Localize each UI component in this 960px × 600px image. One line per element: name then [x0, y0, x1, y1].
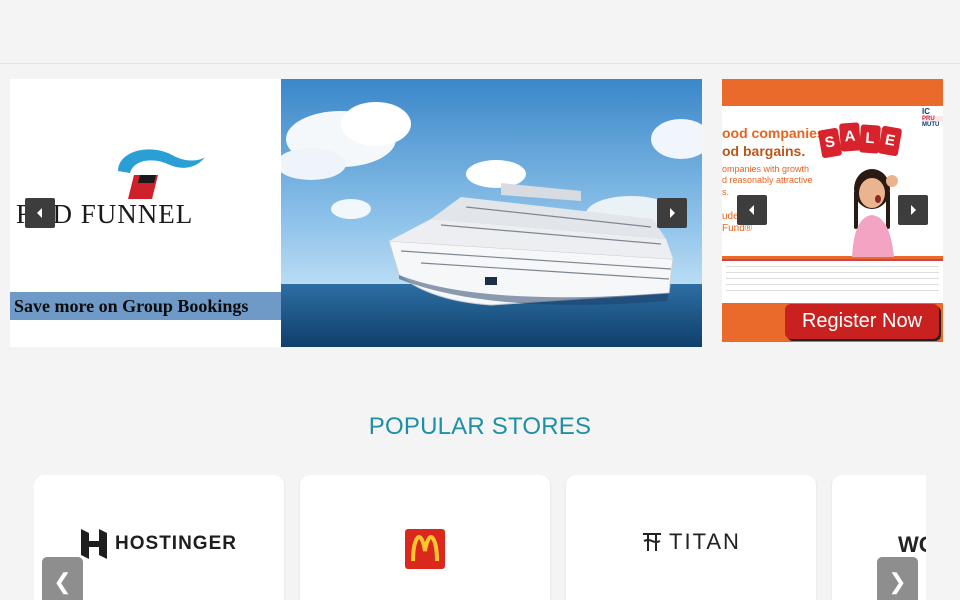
banner-next-button[interactable] [657, 198, 687, 228]
triangle-left-icon [37, 208, 42, 218]
banner-carousel-red-funnel[interactable]: RED FUNNEL Save more on Group Bookings [10, 79, 702, 347]
store-card-titan[interactable]: TITAN [566, 475, 816, 600]
table-row [726, 285, 939, 291]
sale-tag-a: A [839, 122, 861, 152]
ad-sub-line-2: d reasonably attractive [722, 175, 813, 186]
ad-next-button[interactable] [898, 195, 928, 225]
hostinger-logo-icon [81, 529, 108, 559]
ad-headline-line-1: ood companies [722, 125, 825, 141]
titan-logo: TITAN [566, 529, 816, 555]
popular-stores-carousel: HOSTINGER TITAN WC [34, 475, 926, 600]
ad-fine-print-table [722, 259, 943, 303]
top-header-bar [0, 0, 960, 64]
banner-ad-icici[interactable]: ood companies od bargains. ompanies with… [722, 79, 943, 342]
group-bookings-tagline: Save more on Group Bookings [10, 292, 281, 320]
wc-logo-icon: WC [898, 532, 926, 557]
cruise-ship-image [281, 79, 702, 347]
mcdonalds-logo [300, 529, 550, 569]
red-funnel-brand-name: RED FUNNEL [16, 199, 194, 229]
ad-headline: ood companies od bargains. ompanies with… [722, 125, 832, 198]
mcdonalds-logo-icon [405, 529, 445, 569]
triangle-right-icon [911, 205, 916, 215]
red-funnel-logo-icon [118, 149, 205, 199]
popular-stores-title: POPULAR STORES [368, 413, 592, 440]
hostinger-logo: HOSTINGER [34, 529, 284, 559]
banner-prev-button[interactable] [25, 198, 55, 228]
ad-sub-line-1: ompanies with growth [722, 164, 810, 174]
hostinger-name: HOSTINGER [115, 533, 237, 554]
titan-name: TITAN [669, 529, 741, 554]
triangle-left-icon [749, 205, 754, 215]
titan-logo-icon [643, 533, 662, 551]
cruise-ship-illustration [281, 79, 702, 347]
icici-logo-text-1: IC [922, 107, 930, 116]
stores-next-button[interactable]: ❯ [877, 557, 918, 600]
ad-headline-line-2: od bargains. [722, 142, 806, 159]
ad-prev-button[interactable] [737, 195, 767, 225]
store-card-mcdonalds[interactable] [300, 475, 550, 600]
stores-prev-button[interactable]: ❮ [42, 557, 83, 600]
triangle-right-icon [670, 208, 675, 218]
girl-illustration [852, 169, 898, 257]
register-now-button[interactable]: Register Now [785, 304, 939, 339]
icici-prudential-logo: IC PRU MUTU [922, 107, 943, 137]
icici-logo-text-3: MUTU [922, 122, 940, 128]
